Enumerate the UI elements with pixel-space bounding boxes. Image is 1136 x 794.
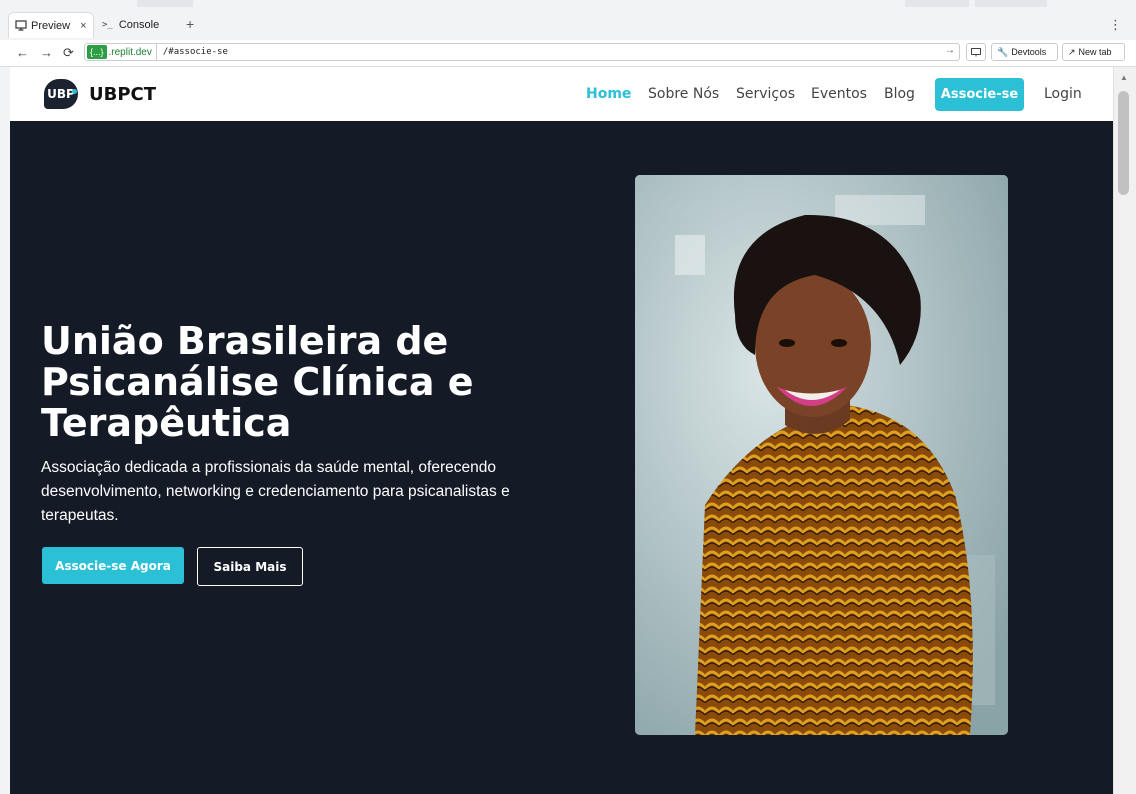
nav-servicos[interactable]: Serviços [736,86,795,102]
url-path[interactable]: /#associe-se [163,47,228,57]
site-logo[interactable]: UBP [44,77,80,111]
back-arrow-icon[interactable]: ← [16,45,29,60]
nav-sobre-nos[interactable]: Sobre Nós [648,86,719,102]
more-menu-icon[interactable]: ⋮ [1109,17,1122,33]
monitor-icon [15,20,27,31]
reload-icon[interactable]: ⟳ [63,45,74,61]
top-bar-segment [137,0,193,7]
scrollbar-thumb[interactable] [1118,91,1129,195]
tab-console[interactable]: >_ Console [96,12,176,38]
new-tab-label: New tab [1078,47,1112,57]
site-navbar: UBP UBPCT Home Sobre Nós Serviços Evento… [10,67,1113,121]
new-tab-icon[interactable]: + [186,16,194,32]
logo-dot [72,89,77,94]
woman-portrait-image [635,175,1008,735]
devtools-button[interactable]: 🔧 Devtools [991,43,1058,61]
tab-label: Console [118,19,160,31]
url-host: .replit.dev [108,46,152,58]
devtools-label: Devtools [1011,47,1047,57]
close-icon[interactable]: × [80,20,86,32]
hero-section: União Brasileira de Psicanálise Clínica … [10,121,1113,794]
terminal-icon: >_ [102,20,113,30]
device-toggle-button[interactable] [966,43,986,61]
replit-badge: {...} [87,45,107,59]
monitor-icon [971,47,981,56]
brand-name[interactable]: UBPCT [89,84,156,105]
tab-preview[interactable]: Preview × [8,12,94,38]
hero-photo [635,175,1008,735]
tab-label: Preview [31,19,71,32]
nav-eventos[interactable]: Eventos [811,86,867,102]
scroll-up-icon[interactable]: ▲ [1120,73,1128,82]
logo-mark: UBP [44,79,78,109]
external-link-icon: ↗ [1068,46,1076,57]
saiba-mais-button[interactable]: Saiba Mais [197,547,303,586]
browser-tab-strip: Preview × >_ Console + ⋮ [0,0,1136,40]
associe-se-agora-button[interactable]: Associe-se Agora [42,547,184,584]
new-tab-button[interactable]: ↗ New tab [1062,43,1125,61]
top-bar-segment [975,0,1047,7]
address-bar-row: ← → ⟳ {...} .replit.dev /#associe-se → 🔧… [0,40,1136,67]
page-scrollbar[interactable]: ▲ [1113,67,1136,794]
hero-title: União Brasileira de Psicanálise Clínica … [41,319,474,445]
url-divider [155,43,157,61]
hero-subtitle: Associação dedicada a profissionais da s… [41,459,510,524]
forward-arrow-icon[interactable]: → [40,45,53,60]
nav-blog[interactable]: Blog [884,86,915,102]
wrench-icon: 🔧 [997,46,1009,57]
top-bar-segment [905,0,969,7]
page-viewport: UBP UBPCT Home Sobre Nós Serviços Evento… [10,67,1113,794]
nav-associe-se-button[interactable]: Associe-se [935,78,1024,111]
nav-home[interactable]: Home [586,86,631,102]
go-arrow-icon[interactable]: → [945,45,955,56]
nav-login[interactable]: Login [1044,86,1082,102]
url-field[interactable]: {...} .replit.dev /#associe-se → [84,43,960,61]
